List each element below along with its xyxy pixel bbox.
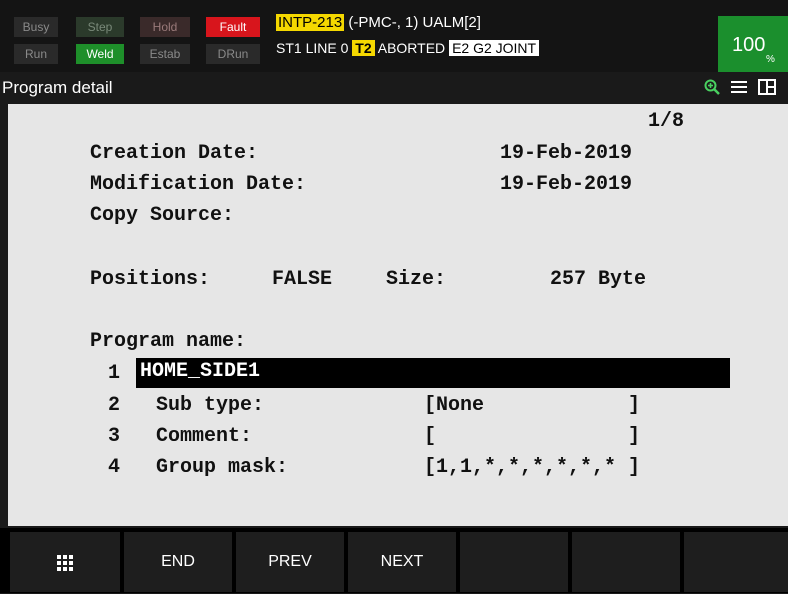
split-screen-icon[interactable]: [758, 79, 776, 100]
copy-source-label: Copy Source:: [90, 204, 235, 227]
page-indicator: 1/8: [648, 110, 685, 133]
size-label: Size:: [386, 268, 447, 291]
weld-lamp: Weld: [76, 44, 124, 64]
function-key-5[interactable]: [460, 532, 568, 592]
state-text: ABORTED: [377, 40, 446, 56]
alarm-text: (-PMC-, 1) UALM[2]: [348, 14, 481, 31]
override-button[interactable]: 100 %: [718, 16, 788, 72]
line-info: ST1 LINE 0: [276, 40, 349, 56]
mode-badge: T2: [352, 40, 375, 56]
program-name-label: Program name:: [90, 330, 247, 353]
positions-label: Positions:: [90, 268, 211, 291]
next-button[interactable]: NEXT: [348, 532, 456, 592]
step-lamp: Step: [76, 17, 124, 37]
zoom-icon[interactable]: [704, 79, 720, 100]
group-badge: E2 G2 JOINT: [449, 40, 540, 56]
status-bar: Busy Step Hold Fault Run Weld Estab DRun…: [0, 0, 788, 72]
item-4-number: 4: [108, 456, 121, 479]
creation-date-value: 19-Feb-2019: [500, 142, 633, 165]
program-name-field[interactable]: HOME_SIDE1: [136, 358, 730, 388]
page-title: Program detail: [2, 78, 113, 97]
program-name-value: HOME_SIDE1: [140, 360, 261, 383]
item-2-number: 2: [108, 394, 121, 417]
item-3-number: 3: [108, 425, 121, 448]
alarm-code: INTP-213: [276, 14, 345, 31]
override-unit: %: [766, 54, 775, 65]
function-key-bar: END PREV NEXT: [0, 528, 788, 593]
fault-lamp: Fault: [206, 17, 260, 37]
comment-value: [ ]: [424, 425, 641, 448]
sub-type-label: Sub type:: [156, 394, 265, 417]
alarm-message[interactable]: INTP-213 (-PMC-, 1) UALM[2]: [276, 14, 481, 31]
modification-date-label: Modification Date:: [90, 173, 307, 196]
end-button[interactable]: END: [124, 532, 232, 592]
menu-icon[interactable]: [730, 79, 748, 100]
estab-lamp: Estab: [140, 44, 190, 64]
size-value: 257 Byte: [550, 268, 647, 291]
drun-lamp: DRun: [206, 44, 260, 64]
busy-lamp: Busy: [14, 17, 58, 37]
comment-label: Comment:: [156, 425, 253, 448]
prev-button[interactable]: PREV: [236, 532, 344, 592]
creation-date-label: Creation Date:: [90, 142, 259, 165]
menu-grid-button[interactable]: [10, 532, 120, 592]
run-lamp: Run: [14, 44, 58, 64]
group-mask-value: [1,1,*,*,*,*,*,* ]: [424, 456, 641, 479]
title-bar: Program detail: [0, 74, 788, 104]
status-line: ST1 LINE 0 T2 ABORTED E2 G2 JOINT: [276, 40, 540, 56]
hold-lamp: Hold: [140, 17, 190, 37]
function-key-7[interactable]: [684, 532, 788, 592]
override-value: 100: [732, 34, 766, 56]
grid-icon: [56, 551, 74, 573]
positions-value: FALSE: [272, 268, 333, 291]
program-detail-panel: 1/8 Creation Date: 19-Feb-2019 Modificat…: [8, 104, 788, 526]
group-mask-label: Group mask:: [156, 456, 289, 479]
function-key-6[interactable]: [572, 532, 680, 592]
sub-type-value: [None ]: [424, 394, 641, 417]
modification-date-value: 19-Feb-2019: [500, 173, 633, 196]
item-1-number: 1: [108, 362, 121, 385]
